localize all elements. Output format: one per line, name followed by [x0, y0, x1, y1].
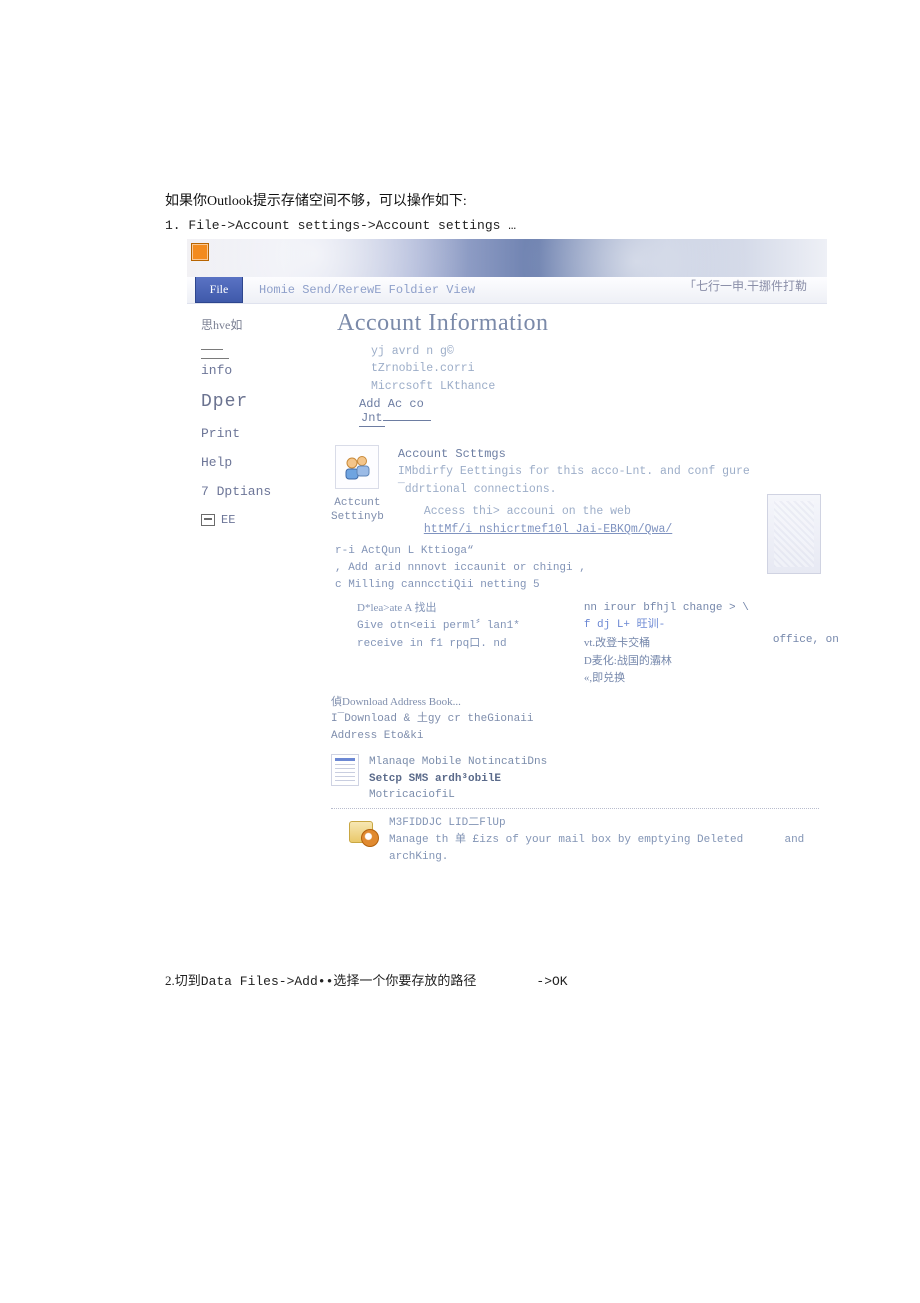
account-email: tZrnobile.corri — [371, 360, 819, 377]
account-settings-caption-1: Actcunt — [334, 497, 380, 509]
exit-icon — [201, 514, 215, 526]
sidebar-item-exit[interactable]: EE — [201, 513, 321, 527]
sidebar-item-options[interactable]: 7 Dptians — [201, 484, 321, 499]
mobile-notifications-row[interactable]: Mlanaqe Mobile NotincatiDns Setcp SMS ar… — [331, 754, 819, 809]
right-office-text: office, on — [773, 632, 839, 650]
mobile-heading: Mlanaqe Mobile NotincatiDns — [369, 754, 547, 771]
right-annot-5: «,即兑换 — [584, 670, 749, 688]
account-block: yj avrd n g© tZrnobile.corri Micrcsoft L… — [371, 343, 819, 395]
sidebar-item-info[interactable]: info — [201, 358, 229, 378]
cleanup-desc2: archKing. — [389, 849, 804, 866]
sidebar-item-saveas[interactable]: 思hve如 — [201, 316, 321, 333]
menu-item-account-settings-desc2: c Milling canncctiQii netting 5 — [335, 577, 819, 594]
file-tab[interactable]: File — [195, 277, 243, 303]
account-settings-desc: IMbdirfy Eettingis for this acco-Lnt. an… — [398, 463, 819, 499]
account-type: Micrcsoft LKthance — [371, 378, 819, 395]
backstage-sidebar: 思hve如 info Dper Print Help 7 Dptians EE — [187, 304, 331, 874]
right-annot-3: vt.改登卡交桶 — [584, 635, 749, 653]
dl-line1: 偵Download Address Book... — [331, 696, 461, 708]
step-2: 2.切到Data Files->Add••选择一个你要存放的路径->OK — [165, 970, 635, 989]
delegate-row: D*lea>ate A 找出 Give otn<eii perml〞lan1* … — [335, 600, 819, 688]
owa-link[interactable]: httMf/i nshicrtmef10l Jai-EBKQm/Qwa/ — [424, 523, 672, 536]
menu-item-account-settings[interactable]: r-i ActQun L Kttioga“ — [335, 543, 819, 560]
delegate-desc2: receive in f1 rpq口. nd — [357, 636, 520, 654]
intro-text: 如果你Outlook提示存储空间不够，可以操作如下: — [165, 190, 635, 210]
account-image-placeholder — [767, 494, 821, 574]
ribbon-tabbar: File Homie Send/RerewE Foldier View 「七行一… — [187, 277, 827, 304]
delegate-heading[interactable]: D*lea>ate A 找出 — [357, 600, 520, 619]
account-settings-caption-2: Settinyb — [331, 511, 384, 523]
ribbon-tab-group: Homie Send/RerewE Foldier View — [259, 283, 475, 297]
access-web-label: Access thi> accouni on the web — [424, 503, 819, 521]
sidebar-item-help[interactable]: Help — [201, 455, 321, 470]
account-settings-heading: Account Scttmgs — [398, 445, 819, 464]
menu-item-account-settings-desc: , Add arid nnnovt iccaunit or chingi , — [335, 560, 819, 577]
dl-line2: I¯Download & 土gy cr theGionaii — [331, 711, 819, 728]
cleanup-heading: M3FIDDJC LID二FlUp — [389, 815, 804, 832]
step-1: 1. File->Account settings->Account setti… — [165, 218, 635, 233]
ribbon-right-text: 「七行一申.干挪件打勒 — [684, 277, 827, 303]
outlook-screenshot: File Homie Send/RerewE Foldier View 「七行一… — [187, 239, 827, 874]
sidebar-item-print[interactable]: Print — [201, 426, 321, 441]
add-account-button[interactable]: Add Ac co Jnt — [359, 397, 819, 427]
window-titlebar — [187, 239, 827, 277]
mailbox-cleanup-row[interactable]: M3FIDDJC LID二FlUp Manage th 单 £izs of yo… — [347, 815, 819, 866]
account-settings-section: Actcunt Settinyb Account Scttmgs IMbdirf… — [331, 445, 819, 539]
add-account-label-b: Jnt — [359, 411, 385, 427]
account-settings-icon[interactable] — [335, 445, 379, 489]
backstage-main: Account Information yj avrd n g© tZrnobi… — [331, 304, 827, 874]
sidebar-exit-label: EE — [221, 513, 235, 527]
add-account-label-a: Add Ac co — [359, 397, 424, 411]
mobile-sub2: MotricaciofiL — [369, 787, 547, 804]
account-name[interactable]: yj avrd n g© — [371, 343, 819, 360]
mobile-icon — [331, 754, 359, 786]
right-annot-4: D麦化:战国的灞林 — [584, 653, 749, 671]
ribbon-tabs[interactable]: Homie Send/RerewE Foldier View — [243, 277, 475, 303]
sidebar-separator — [201, 349, 223, 350]
dl-line3: Address Eto&ki — [331, 728, 819, 745]
delegate-desc1: Give otn<eii perml〞lan1* — [357, 618, 520, 636]
cleanup-icon — [347, 815, 379, 847]
outlook-logo-icon — [191, 243, 209, 261]
cleanup-desc: Manage th 单 £izs of your mail box by emp… — [389, 832, 804, 849]
page-title: Account Information — [337, 310, 819, 337]
sidebar-item-open[interactable]: Dper — [201, 392, 321, 412]
download-addressbook-block[interactable]: 偵Download Address Book... I¯Download & 土… — [331, 694, 819, 745]
mobile-sub: Setcp SMS ardh³obilE — [369, 771, 547, 788]
right-annot-2: f dj L+ 旺训- — [584, 617, 749, 635]
right-annot-1: nn irour bfhjl change > \ — [584, 600, 749, 618]
